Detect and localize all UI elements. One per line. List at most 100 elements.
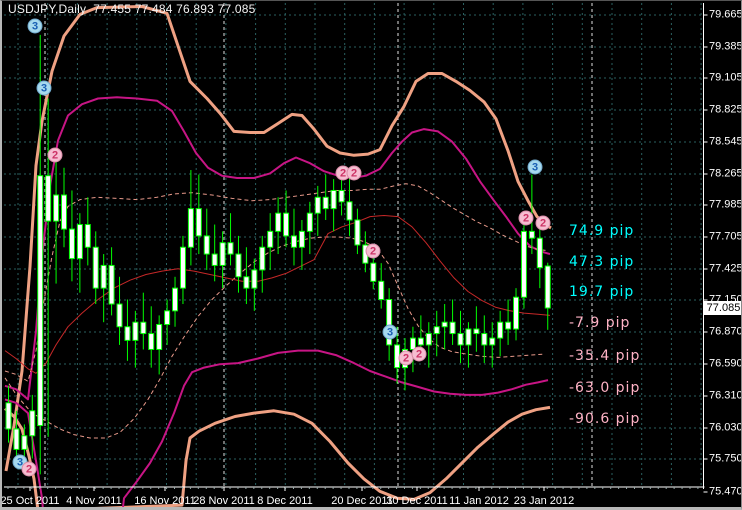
candle-body [101,265,106,288]
date-label: 20 Dec 2011 [331,496,393,507]
date-label: 23 Jan 2012 [514,496,575,507]
signal-badge-2: 2 [347,166,362,181]
candle-body [355,220,360,245]
candle-body [196,209,201,236]
price-axis-label: 77.985 [709,200,742,211]
candle-body [284,213,289,236]
date-label: 8 Dec 2011 [257,496,312,507]
candle-body [77,225,82,259]
candle-body [434,327,439,334]
candle-body [331,190,336,208]
chart-title: USDJPY,Daily 77.455 77.484 76.893 77.085 [8,4,256,15]
signal-badge-2: 2 [22,462,37,477]
price-axis-label: 79.105 [709,73,742,84]
candle-body [458,334,463,345]
candle-body [141,322,146,333]
candle-body [299,231,304,247]
candle-body [379,281,384,299]
candle-body [545,266,550,308]
candle-body [93,247,98,288]
candle-body [220,243,225,266]
candle-body [117,304,122,327]
candle-body [244,277,249,288]
candle-body [418,338,423,345]
candle-body [46,176,51,221]
signal-badge-2: 2 [519,211,534,226]
candle-body [474,329,479,334]
pip-distance-label: 47.3 pip [569,254,634,270]
price-axis-label: 77.705 [709,232,742,243]
band-lower-mid [5,351,548,510]
candle-body [426,334,431,345]
candle-body [252,270,257,288]
candle-body [236,254,241,277]
price-axis-label: 76.310 [709,391,742,402]
candle-body [537,238,542,268]
candle-body [14,429,19,449]
price-axis-label: 78.545 [709,137,742,148]
band-lower-inner [5,237,545,438]
candle-body [69,229,74,259]
candle-body [30,411,35,436]
candle-body [482,334,487,345]
candle-body [85,225,90,248]
price-axis-label: 75.750 [709,454,742,465]
candle-body [529,231,534,238]
date-label: 11 Jan 2012 [449,496,509,507]
date-label: 16 Nov 2011 [134,496,196,507]
signal-badge-3: 3 [383,325,398,340]
candle-body [22,436,27,450]
pip-distance-label: -90.6 pip [569,411,640,427]
candle-body [204,236,209,254]
candle-body [315,197,320,213]
candle-body [307,213,312,231]
price-axis-label: 79.385 [709,42,742,53]
candle-body [109,265,114,304]
candle-body [291,236,296,247]
signal-badge-2: 2 [48,148,63,163]
pip-distance-label: 74.9 pip [569,223,634,239]
ohlc-values: 77.455 77.484 76.893 77.085 [93,2,255,16]
candle-body [442,322,447,327]
candle-body [268,231,273,247]
candle-body [323,197,328,208]
price-axis-label: 78.825 [709,105,742,116]
pip-distance-label: -7.9 pip [569,315,630,331]
candle-body [38,176,43,426]
candle-body [260,247,265,270]
candle-body [276,213,281,231]
price-axis-label: 78.265 [709,169,742,180]
current-price-box: 77.085 [704,301,742,315]
price-axis-label: 76.590 [709,359,742,370]
signal-badge-3: 3 [37,81,52,96]
candle-body [506,322,511,329]
date-label: 25 Oct 2011 [0,496,59,507]
candle-body [125,327,130,341]
price-axis-label: 77.425 [709,264,742,275]
candle-body [180,247,185,288]
signal-badge-2: 2 [412,347,427,362]
signal-badge-3: 3 [28,19,43,34]
candle-body [54,195,59,221]
price-axis-label: 76.870 [709,327,742,338]
pip-distance-label: -63.0 pip [569,380,640,396]
candle-body [228,243,233,254]
candle-body [521,231,526,297]
signal-badge-2: 2 [366,244,381,259]
candle-body [6,403,11,429]
pip-distance-label: 19.7 pip [569,284,634,300]
candle-body [157,324,162,349]
price-axis-label: 76.030 [709,423,742,434]
candle-body [165,311,170,325]
candle-body [149,334,154,350]
price-axis-label: 75.470 [709,487,742,498]
date-label: 28 Nov 2011 [193,496,255,507]
candle-body [498,322,503,338]
date-label: 4 Nov 2011 [66,496,121,507]
candle-body [188,209,193,248]
signal-badge-3: 3 [528,160,543,175]
candle-body [371,263,376,281]
pip-distance-label: -35.4 pip [569,348,640,364]
candle-body [173,288,178,311]
candle-body [62,195,67,229]
